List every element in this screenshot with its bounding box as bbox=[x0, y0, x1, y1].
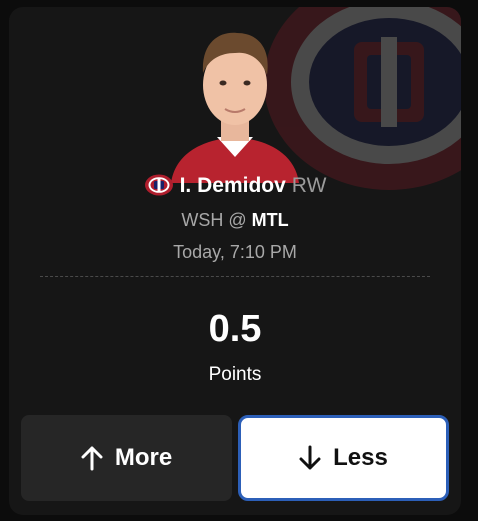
more-label: More bbox=[114, 444, 173, 471]
matchup-separator: @ bbox=[228, 210, 247, 230]
matchup: WSH @ MTL bbox=[9, 207, 461, 233]
less-label: Less bbox=[333, 444, 388, 471]
away-team: WSH bbox=[181, 210, 224, 230]
game-time: Today, 7:10 PM bbox=[173, 242, 297, 262]
less-button[interactable]: Less bbox=[238, 415, 449, 501]
projection-value: 0.5 bbox=[208, 308, 262, 350]
arrow-up-icon bbox=[81, 446, 103, 471]
arrow-down-icon bbox=[299, 445, 321, 470]
player-name-row: I. Demidov RW bbox=[9, 172, 461, 200]
player-position: RW bbox=[291, 174, 327, 197]
pick-card: I. Demidov RW WSH @ MTL Today, 7:10 PM 0.… bbox=[9, 7, 461, 515]
canadiens-logo-icon bbox=[144, 174, 173, 196]
projection-stat: Points bbox=[208, 364, 262, 385]
player-headshot-icon bbox=[171, 32, 299, 183]
player-name: I. Demidov bbox=[179, 174, 286, 197]
divider bbox=[40, 276, 430, 277]
more-button[interactable]: More bbox=[21, 415, 232, 501]
home-team: MTL bbox=[251, 210, 289, 230]
